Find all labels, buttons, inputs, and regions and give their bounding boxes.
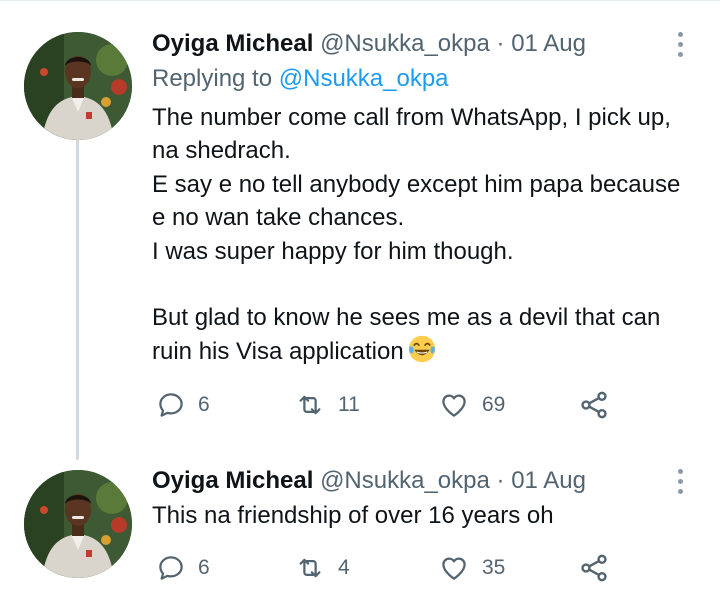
share-icon	[581, 554, 607, 582]
tweet-line: This na friendship of over 16 years oh	[152, 502, 554, 529]
replying-to-handle[interactable]: @Nsukka_okpa	[279, 65, 449, 92]
heart-icon	[442, 394, 466, 417]
avatar[interactable]	[24, 470, 132, 578]
tweet-text: The number come call from WhatsApp, I pi…	[152, 101, 700, 368]
retweet-count: 11	[338, 393, 360, 416]
avatar-photo	[24, 470, 132, 578]
author-handle[interactable]: @Nsukka_okpa	[320, 467, 490, 494]
separator-dot: ·	[496, 30, 505, 57]
tweet-line: The number come call from WhatsApp, I pi…	[152, 104, 671, 131]
avatar-photo	[24, 32, 132, 140]
tweet[interactable]: Oyiga Micheal @Nsukka_okpa · 01 Aug This…	[0, 460, 720, 615]
retweet-button[interactable]: 11	[294, 385, 360, 425]
tweet-line: But glad to know he sees me as a devil t…	[152, 304, 661, 332]
replying-to-line: Replying to @Nsukka_okpa	[152, 62, 449, 96]
tweet[interactable]: Oyiga Micheal @Nsukka_okpa · 01 Aug Repl…	[0, 0, 720, 460]
tweet-line: na shedrach.	[152, 137, 291, 165]
share-button[interactable]	[578, 385, 610, 425]
reply-button[interactable]: 6	[156, 548, 210, 588]
tweet-header: Oyiga Micheal @Nsukka_okpa · 01 Aug	[152, 26, 586, 62]
heart-icon	[442, 557, 466, 580]
retweet-button[interactable]: 4	[294, 548, 350, 588]
tweet-line: e no wan take chances.	[152, 204, 405, 232]
reply-bubble-icon	[159, 393, 183, 417]
reply-count: 6	[198, 393, 210, 416]
retweet-icon	[299, 558, 321, 578]
like-button[interactable]: 35	[438, 548, 505, 588]
reply-count: 6	[198, 556, 210, 579]
avatar[interactable]	[24, 32, 132, 140]
retweet-icon	[299, 395, 321, 415]
like-button[interactable]: 69	[438, 385, 505, 425]
tweet-line: I was super happy for him though.	[152, 237, 514, 265]
tweet-actions: 6 11 69	[152, 385, 622, 425]
like-count: 35	[482, 556, 506, 579]
share-icon	[581, 391, 607, 419]
tweet-header: Oyiga Micheal @Nsukka_okpa · 01 Aug	[152, 463, 586, 499]
tweet-date[interactable]: 01 Aug	[511, 467, 586, 494]
tweet-line: E say e no tell anybody except him papa …	[152, 170, 681, 198]
replying-to-label: Replying to	[152, 65, 273, 92]
author-name[interactable]: Oyiga Micheal	[152, 467, 313, 494]
share-button[interactable]	[578, 548, 610, 588]
tweet-actions: 6 4 35	[152, 548, 622, 588]
tweet-line-text: ruin his Visa application	[152, 337, 404, 365]
author-handle[interactable]: @Nsukka_okpa	[320, 30, 490, 57]
face-with-tears-of-joy-icon	[408, 335, 435, 363]
tweet-date[interactable]: 01 Aug	[511, 30, 586, 57]
reply-bubble-icon	[159, 556, 183, 580]
like-count: 69	[482, 393, 506, 416]
more-vertical-icon[interactable]	[670, 26, 690, 62]
tweet-text: This na friendship of over 16 years oh	[152, 499, 700, 532]
more-vertical-icon[interactable]	[670, 463, 690, 499]
tweet-line: ruin his Visa application	[152, 335, 700, 368]
author-name[interactable]: Oyiga Micheal	[152, 30, 313, 57]
reply-button[interactable]: 6	[156, 385, 210, 425]
retweet-count: 4	[338, 556, 350, 579]
separator-dot: ·	[496, 467, 505, 494]
